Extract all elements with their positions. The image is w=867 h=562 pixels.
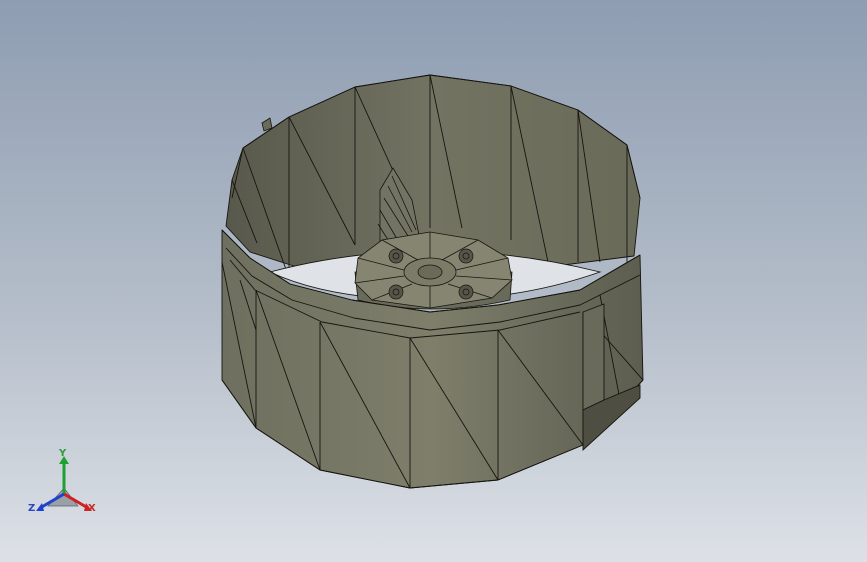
orientation-triad[interactable]: Y X Z <box>26 448 106 528</box>
x-axis-label: X <box>88 503 96 514</box>
cylindrical-housing-model[interactable] <box>0 0 867 562</box>
graphics-viewport[interactable]: Y X Z <box>0 0 867 562</box>
triad-graphic <box>36 456 92 511</box>
y-axis-label: Y <box>59 448 67 459</box>
z-axis-label: Z <box>28 503 36 514</box>
